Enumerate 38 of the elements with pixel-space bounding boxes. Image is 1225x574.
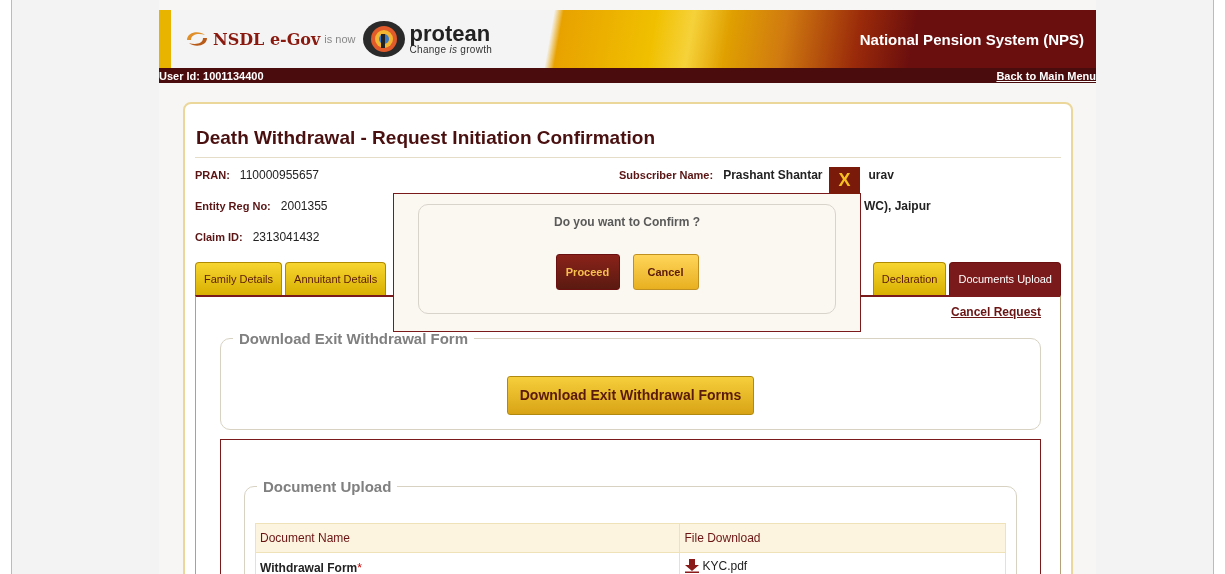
field-value: WC), Jaipur	[864, 198, 931, 213]
logo-name: protean	[409, 23, 491, 45]
tab[interactable]: Family Details	[195, 262, 283, 295]
page-title: Death Withdrawal - Request Initiation Confirmation	[195, 124, 1061, 158]
section-legend: Download Exit Withdrawal Form	[233, 330, 475, 347]
field-label: Claim ID:	[195, 230, 243, 243]
back-link[interactable]: Back to Main Menu	[996, 69, 1096, 82]
field-label: Subscriber Name:	[619, 168, 714, 181]
section-legend: Document Upload	[257, 478, 398, 495]
proceed-button[interactable]: Proceed	[555, 254, 620, 290]
file-download-link[interactable]: KYC.pdf	[684, 559, 748, 573]
tab[interactable]: Annuitant Details	[285, 262, 387, 295]
field-value: 2313041432	[252, 229, 320, 244]
column-header: File Download	[680, 523, 1006, 553]
close-button[interactable]: X	[829, 167, 860, 194]
field-label: PRAN:	[195, 168, 230, 181]
table-cell: Withdrawal Form*	[255, 552, 680, 574]
field-value: 2001355	[280, 198, 328, 213]
system-title: National Pension System (NPS)	[859, 30, 1085, 48]
field-value: Prashant Shantar	[723, 167, 823, 182]
required-mark: *	[357, 560, 362, 574]
tab[interactable]: Documents Upload	[949, 262, 1061, 295]
column-header: Document Name	[255, 523, 680, 553]
dialog-message: Do you want to Confirm ?	[553, 215, 701, 229]
download-forms-button[interactable]: Download Exit Withdrawal Forms	[507, 375, 754, 415]
field-value: 110000955657	[239, 167, 320, 182]
swirl-logo-icon	[185, 30, 209, 48]
brand-name: NSDL e-Gov	[213, 29, 321, 49]
user-id: User Id: 1001134400	[159, 69, 264, 82]
cancel-button[interactable]: Cancel	[632, 254, 699, 290]
logo-tagline: Change is growth	[409, 45, 493, 55]
is-now-text: is now	[324, 33, 356, 45]
download-arrow-icon	[684, 559, 701, 573]
field-value: urav	[868, 167, 894, 182]
field-label: Entity Reg No:	[195, 199, 271, 212]
cancel-request-link[interactable]: Cancel Request	[950, 305, 1041, 319]
tab[interactable]: Declaration	[872, 262, 947, 295]
circle-logo-icon	[361, 20, 406, 58]
